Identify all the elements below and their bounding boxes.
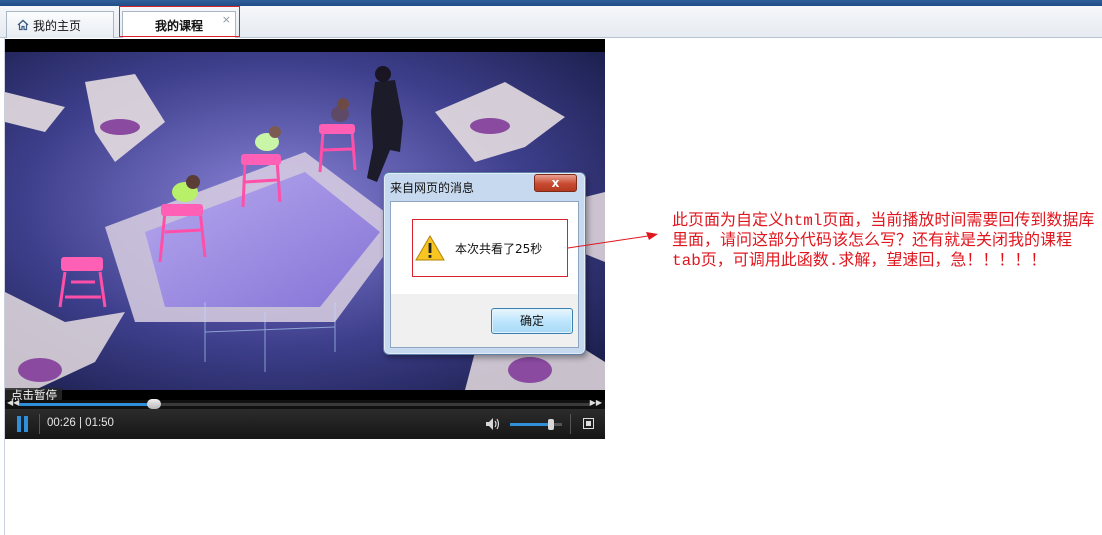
control-bar: 00:26 | 01:50 <box>5 409 605 439</box>
volume-icon[interactable] <box>485 417 501 431</box>
dialog-title: 来自网页的消息 <box>390 181 475 195</box>
seek-bar[interactable]: ◀◀ ▶▶ <box>5 398 605 409</box>
duration: 01:50 <box>85 417 114 429</box>
pause-button[interactable] <box>16 416 30 432</box>
alert-dialog: 来自网页的消息 x 本次共看了25秒 确定 <box>383 172 586 355</box>
ok-button[interactable]: 确定 <box>491 308 573 334</box>
tab-home[interactable]: 我的主页 <box>6 11 114 38</box>
volume-level <box>510 423 551 426</box>
home-icon <box>17 19 29 31</box>
dialog-message: 本次共看了25秒 <box>455 242 543 256</box>
seek-track[interactable] <box>19 399 590 409</box>
dialog-message-area: 本次共看了25秒 <box>391 202 578 294</box>
fullscreen-button[interactable] <box>583 418 594 429</box>
tab-home-label: 我的主页 <box>33 18 82 33</box>
time-readout: 00:26 | 01:50 <box>47 417 114 429</box>
rewind-icon[interactable]: ◀◀ <box>7 398 19 407</box>
dialog-body: 本次共看了25秒 确定 <box>390 201 579 348</box>
dialog-close-button[interactable]: x <box>534 174 577 192</box>
seek-progress <box>19 403 154 406</box>
tab-my-course[interactable]: 我的课程 × <box>122 11 236 38</box>
annotation-arrow-icon <box>567 232 658 249</box>
divider <box>39 414 40 434</box>
tab-close-icon[interactable]: × <box>222 13 231 26</box>
forward-icon[interactable]: ▶▶ <box>590 398 602 407</box>
annotation-text: 此页面为自定义html页面，当前播放时间需要回传到数据库里面，请问这部分代码该怎… <box>672 212 1095 270</box>
volume-thumb[interactable] <box>547 419 554 430</box>
divider <box>570 414 571 434</box>
volume-slider[interactable] <box>510 419 562 430</box>
tab-bar: 我的主页 我的课程 × <box>0 6 1102 38</box>
tab-my-course-label: 我的课程 <box>154 18 203 33</box>
seek-thumb[interactable] <box>146 399 161 409</box>
warning-icon <box>415 235 445 261</box>
current-time: 00:26 <box>47 417 76 429</box>
